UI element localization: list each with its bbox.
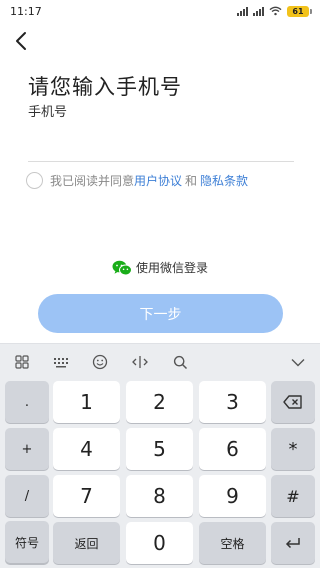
status-icons: 61 <box>237 5 312 17</box>
wechat-login-label: 使用微信登录 <box>135 261 208 275</box>
grid-icon[interactable] <box>13 353 31 371</box>
wifi-icon <box>269 6 282 16</box>
privacy-policy-link[interactable]: 隐私条款 <box>200 172 248 189</box>
key-9[interactable]: 9 <box>199 475 266 517</box>
space-key[interactable]: 空格 <box>199 522 266 564</box>
wechat-login-button[interactable]: 使用微信登录 <box>0 259 320 276</box>
key-3[interactable]: 3 <box>199 381 266 423</box>
phone-input[interactable] <box>28 120 294 162</box>
key-4[interactable]: 4 <box>53 428 120 470</box>
key-1[interactable]: 1 <box>53 381 120 423</box>
agreement-row: 我已阅读并同意 用户协议 和 隐私条款 <box>26 172 248 189</box>
signal-icon <box>237 6 248 16</box>
key-dot[interactable]: . <box>5 381 49 423</box>
enter-key[interactable] <box>271 522 315 564</box>
key-7[interactable]: 7 <box>53 475 120 517</box>
back-button[interactable] <box>10 30 32 52</box>
signal-icon <box>253 6 264 16</box>
keyboard-icon[interactable] <box>52 353 70 371</box>
enter-icon <box>285 537 300 548</box>
agreement-text: 我已阅读并同意 <box>50 174 135 188</box>
agreement-conjunction: 和 <box>185 174 198 188</box>
back-key[interactable]: 返回 <box>53 522 120 564</box>
battery-icon: 61 <box>287 5 312 17</box>
key-plus[interactable]: + <box>5 428 49 470</box>
key-star[interactable]: * <box>271 428 315 470</box>
next-button[interactable]: 下一步 <box>38 294 283 333</box>
key-2[interactable]: 2 <box>126 381 193 423</box>
key-8[interactable]: 8 <box>126 475 193 517</box>
phone-label: 手机号 <box>28 105 68 120</box>
wechat-icon <box>112 260 132 275</box>
key-slash[interactable]: / <box>5 475 49 517</box>
key-5[interactable]: 5 <box>126 428 193 470</box>
search-icon[interactable] <box>171 353 189 371</box>
key-6[interactable]: 6 <box>199 428 266 470</box>
backspace-icon <box>283 395 302 409</box>
status-bar: 11:17 61 <box>0 0 320 22</box>
key-hash[interactable]: # <box>271 475 315 517</box>
cursor-move-icon[interactable] <box>131 353 149 371</box>
chevron-down-icon[interactable] <box>289 353 307 371</box>
key-0[interactable]: 0 <box>126 522 193 564</box>
symbols-key[interactable]: 符号 <box>5 521 49 563</box>
battery-level: 61 <box>287 5 309 17</box>
page-title: 请您输入手机号 <box>28 75 182 99</box>
keyboard-toolbar <box>0 344 320 380</box>
back-arrow-icon <box>16 32 26 50</box>
backspace-key[interactable] <box>271 381 315 423</box>
emoji-icon[interactable] <box>91 353 109 371</box>
user-agreement-link[interactable]: 用户协议 <box>134 172 182 189</box>
agreement-checkbox[interactable] <box>26 172 43 189</box>
clock: 11:17 <box>10 4 42 18</box>
